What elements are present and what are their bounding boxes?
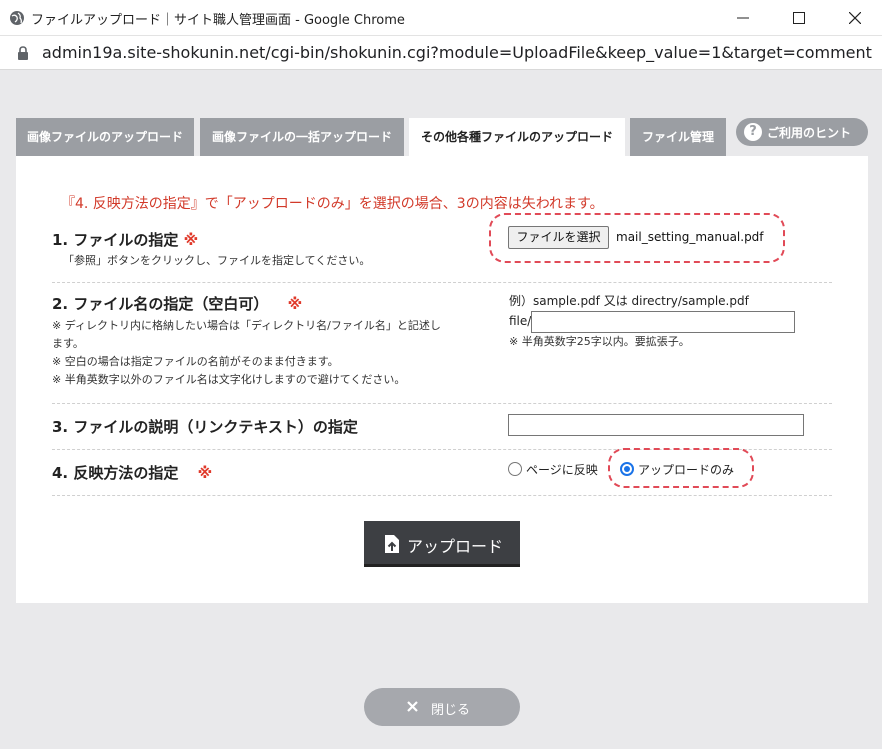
close-icon <box>407 701 418 712</box>
close-dialog-button[interactable]: 閉じる <box>364 688 520 726</box>
usage-hint-button[interactable]: ? ご利用のヒント <box>736 118 868 146</box>
section1-note: 「参照」ボタンをクリックし、ファイルを指定してください。 <box>63 254 371 267</box>
section2-title: 2. ファイル名の指定（空白可） ※ <box>52 293 302 314</box>
upload-form-panel: 『4. 反映方法の指定』で「アップロードのみ」を選択の場合、3の内容は失われます… <box>16 156 868 603</box>
address-bar[interactable]: admin19a.site-shokunin.net/cgi-bin/shoku… <box>0 36 882 70</box>
tab-other-file-upload[interactable]: その他各種ファイルのアップロード <box>409 118 625 156</box>
filename-hint: ※ 半角英数字25字以内。要拡張子。 <box>509 335 690 348</box>
section2-note-line: ※ ディレクトリ内に格納したい場合は「ディレクトリ名/ファイル名」と記述し <box>52 319 441 332</box>
question-icon: ? <box>744 123 762 141</box>
window-close-icon <box>849 12 861 24</box>
section2-notes: ※ ディレクトリ内に格納したい場合は「ディレクトリ名/ファイル名」と記述し ます… <box>52 317 487 389</box>
close-button-label: 閉じる <box>431 703 471 718</box>
section1-title: 1. ファイルの指定 ※ <box>52 229 198 250</box>
required-mark: ※ <box>287 295 303 313</box>
divider <box>52 282 832 283</box>
globe-icon <box>10 11 24 25</box>
required-mark: ※ <box>197 464 213 482</box>
upload-button-label: アップロード <box>407 537 504 556</box>
required-mark: ※ <box>183 231 199 249</box>
section4-title-text: 4. 反映方法の指定 <box>52 464 179 482</box>
highlight-file-picker <box>489 213 785 263</box>
usage-hint-label: ご利用のヒント <box>767 126 852 140</box>
radio-reflect-page[interactable] <box>508 462 522 476</box>
filename-input[interactable] <box>531 311 795 333</box>
maximize-icon <box>793 12 805 24</box>
url-text: admin19a.site-shokunin.net/cgi-bin/shoku… <box>42 43 872 62</box>
divider <box>52 403 832 404</box>
upload-button[interactable]: アップロード <box>364 521 520 567</box>
tab-file-management[interactable]: ファイル管理 <box>630 118 726 156</box>
lock-icon <box>18 46 28 60</box>
minimize-icon <box>737 17 749 19</box>
filename-example: 例）sample.pdf 又は directry/sample.pdf <box>509 294 749 308</box>
window-titlebar: ファイルアップロード｜サイト職人管理画面 - Google Chrome <box>0 0 882 36</box>
section1-title-text: 1. ファイルの指定 <box>52 231 179 249</box>
filename-prefix: file/ <box>509 314 532 328</box>
tab-bulk-image-upload[interactable]: 画像ファイルの一括アップロード <box>200 118 404 156</box>
section2-note-line: ます。 <box>52 337 84 350</box>
upload-file-icon <box>385 535 399 553</box>
maximize-button[interactable] <box>776 0 822 36</box>
divider <box>52 495 832 496</box>
minimize-button[interactable] <box>720 0 766 36</box>
section2-title-text: 2. ファイル名の指定（空白可） <box>52 295 269 313</box>
window-close-button[interactable] <box>832 0 878 36</box>
section2-note-line: ※ 空白の場合は指定ファイルの名前がそのまま付きます。 <box>52 355 339 368</box>
section2-note-line: ※ 半角英数字以外のファイル名は文字化けしますので避けてください。 <box>52 373 406 386</box>
window-title: ファイルアップロード｜サイト職人管理画面 - Google Chrome <box>31 13 405 28</box>
section3-title: 3. ファイルの説明（リンクテキスト）の指定 <box>52 418 358 436</box>
highlight-upload-only <box>608 448 754 488</box>
tab-image-upload[interactable]: 画像ファイルのアップロード <box>16 118 194 156</box>
section4-title: 4. 反映方法の指定 ※ <box>52 462 212 483</box>
warning-message: 『4. 反映方法の指定』で「アップロードのみ」を選択の場合、3の内容は失われます… <box>61 196 604 212</box>
link-text-input[interactable] <box>508 414 804 436</box>
radio-reflect-page-label[interactable]: ページに反映 <box>526 461 598 478</box>
